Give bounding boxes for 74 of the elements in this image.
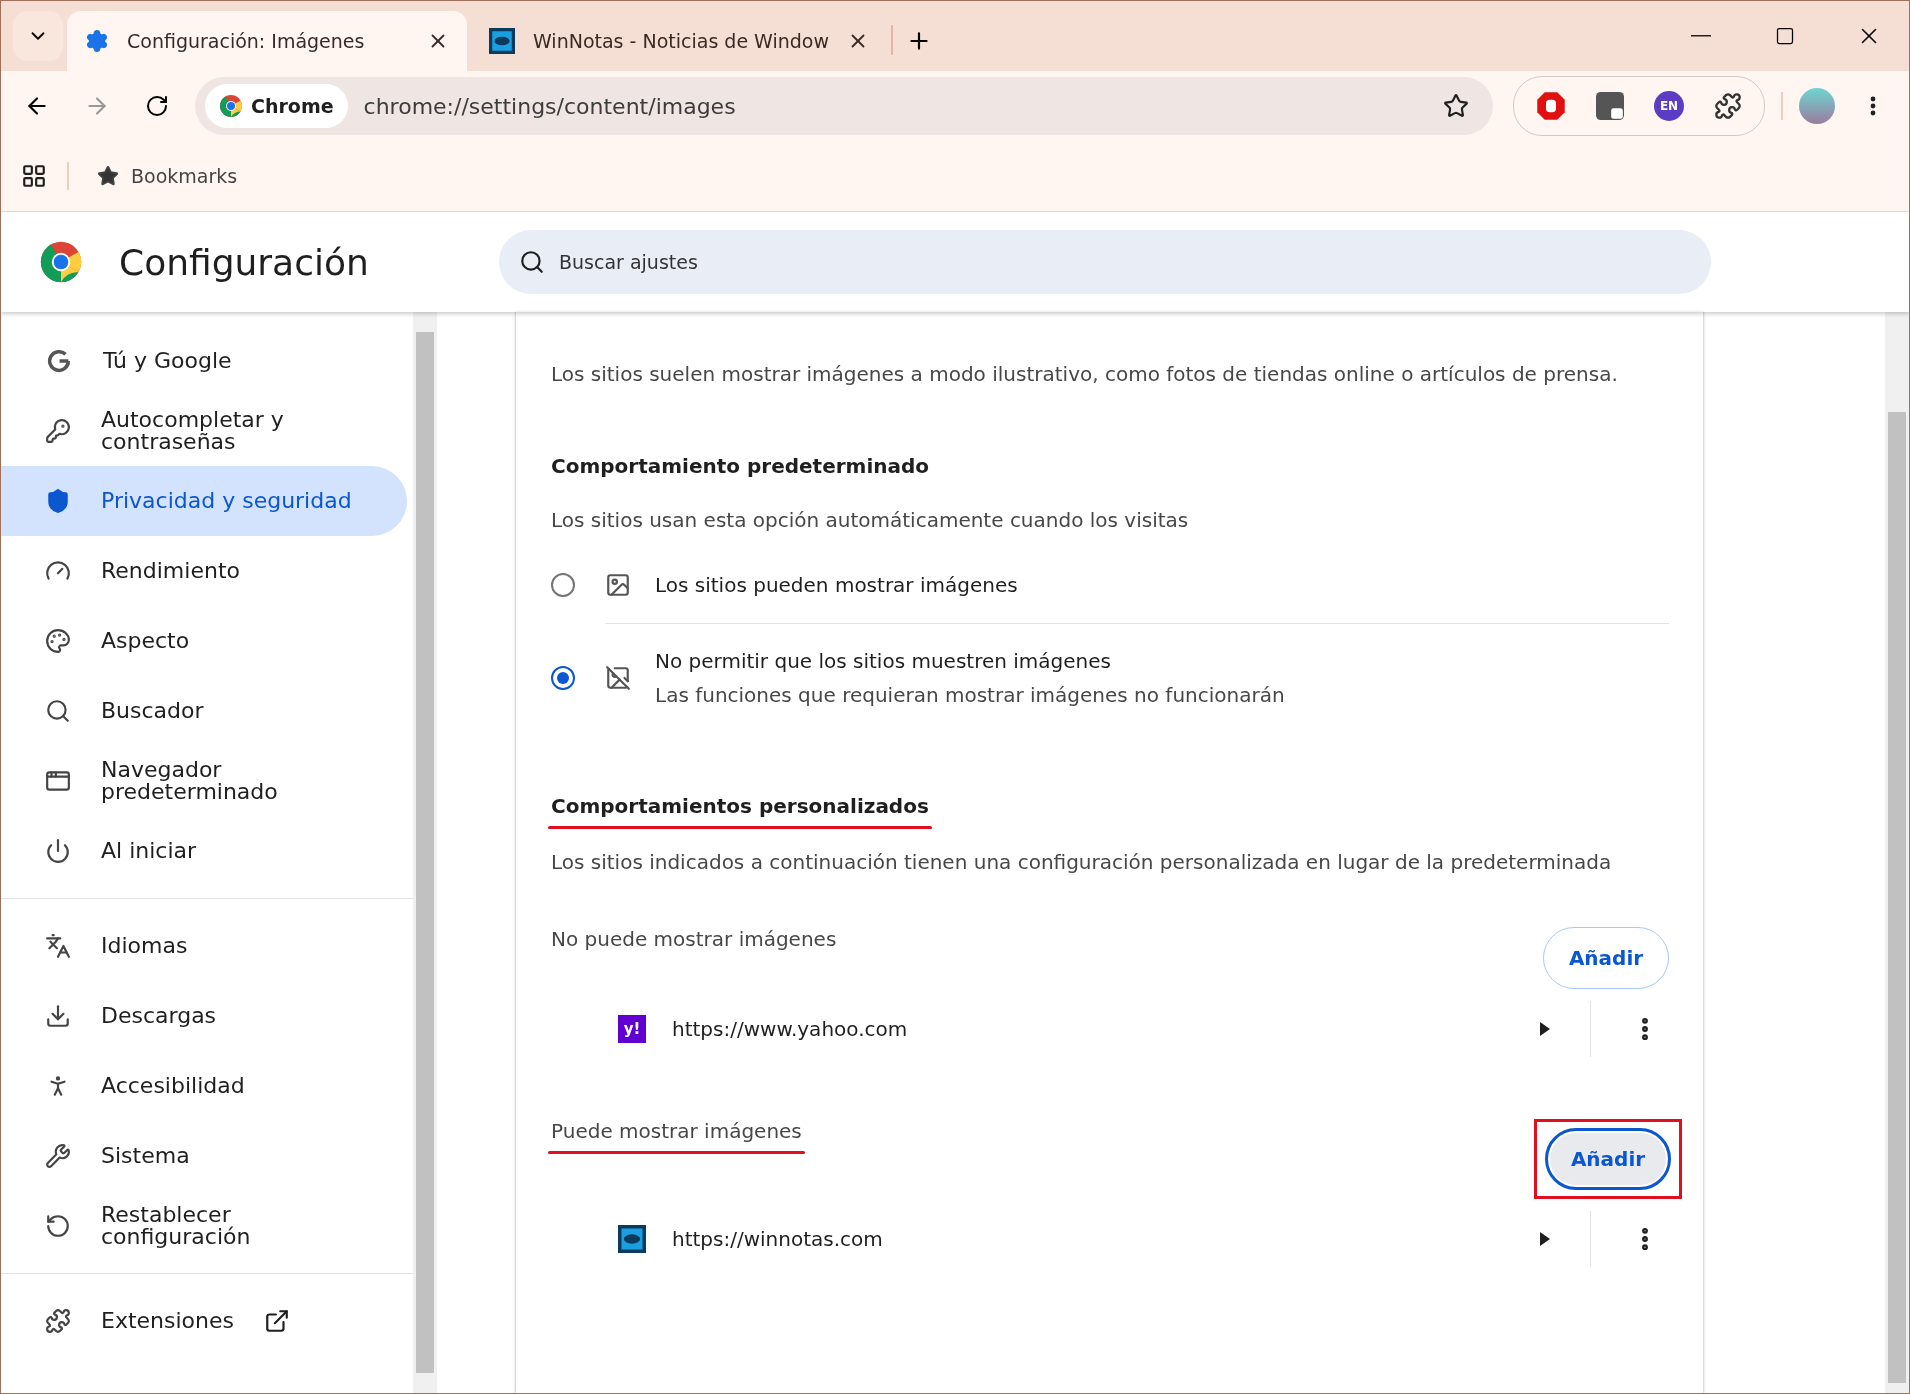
search-icon [519,249,545,275]
sidebar-item[interactable]: Al iniciar [1,816,407,886]
option-label: Los sitios pueden mostrar imágenes [655,573,1018,597]
bookmark-star-icon[interactable] [1443,93,1469,119]
sidebar-scrollbar[interactable] [413,312,437,1393]
apps-grid-icon[interactable] [21,163,47,189]
google-g-icon [45,347,73,375]
sidebar-item[interactable]: Tú y Google [1,326,407,396]
extensions-puzzle-icon[interactable] [1714,92,1742,120]
download-icon [45,1003,71,1029]
option-label: No permitir que los sitios muestren imágenes [655,649,1112,673]
sidebar-item[interactable]: Sistema [1,1121,407,1191]
chrome-logo-icon [39,240,83,284]
external-link-icon [264,1308,290,1334]
sidebar-item[interactable]: Extensiones [1,1286,407,1356]
add-button[interactable]: Añadir [1545,1128,1671,1190]
chrome-logo-icon [219,94,243,118]
power-icon [45,838,71,864]
option-description: Las funciones que requieran mostrar imágenes no funcionarán [655,683,1285,707]
radio-button[interactable] [551,665,575,690]
wrench-icon [45,1143,71,1169]
key-icon [45,418,71,444]
section-heading: Comportamientos personalizados [551,794,929,818]
sidebar-item[interactable]: Idiomas [1,911,407,981]
sidebar-item[interactable]: Buscador [1,676,407,746]
star-icon [97,165,119,187]
section-description: Los sitios indicados a continuación tienen una configuración personalizada en lugar de la predeterminada [551,849,1613,875]
image-off-icon [605,665,631,691]
address-bar[interactable]: Chrome chrome://settings/content/images [195,77,1493,135]
profile-avatar[interactable] [1799,88,1835,124]
browser-tab[interactable]: WinNotas - Noticias de Window [471,11,888,71]
sidebar-item[interactable]: Autocompletar y contraseñas [1,396,407,466]
list-title: Puede mostrar imágenes [551,1119,802,1143]
bookmarks-item[interactable]: Bookmarks [89,159,246,193]
sidebar-item[interactable]: Rendimiento [1,536,407,606]
sidebar-item[interactable]: Restablecer configuración [1,1191,407,1261]
page-title: Configuración [119,241,370,283]
more-vertical-icon [1870,96,1876,116]
language-extension-icon[interactable]: EN [1654,91,1684,121]
search-icon [45,698,71,724]
shield-icon [45,488,71,514]
section-heading: Comportamiento predeterminado [551,454,931,478]
radio-button[interactable] [551,573,575,597]
sidebar-item[interactable]: Aspecto [1,606,407,676]
puzzle-icon [45,1308,71,1334]
site-favicon-icon [489,28,515,54]
sidebar-item[interactable]: Navegador predeterminado [1,746,407,816]
expand-arrow-icon[interactable] [1540,1022,1550,1036]
sidebar-item[interactable]: Descargas [1,981,407,1051]
section-subtitle: Los sitios usan esta opción automáticamente cuando los visitas [551,507,1190,533]
palette-icon [45,628,71,654]
site-chip[interactable]: Chrome [205,84,348,128]
page-scrollbar[interactable] [1885,312,1909,1393]
site-row[interactable]: https://winnotas.com [551,1199,1669,1279]
list-title: No puede mostrar imágenes [551,927,837,951]
expand-arrow-icon[interactable] [1540,1232,1550,1246]
minimize-icon [1691,35,1711,37]
language-icon [45,933,71,959]
reset-icon [45,1213,71,1239]
site-row[interactable]: y! https://www.yahoo.com [551,989,1669,1069]
sidebar-item[interactable]: Accesibilidad [1,1051,407,1121]
add-button[interactable]: Añadir [1543,927,1669,989]
search-field[interactable]: Buscar ajustes [499,230,1711,294]
settings-gear-icon [85,29,109,53]
url-text: chrome://settings/content/images [363,93,737,119]
reload-icon [145,94,169,118]
maximize-icon [1775,26,1795,46]
site-favicon-icon [618,1225,646,1253]
browser-window-icon [45,768,71,794]
intro-text: Los sitios suelen mostrar imágenes a modo ilustrativo, como fotos de tiendas online o artículos de prensa. [551,361,1619,387]
browser-tab[interactable]: Configuración: Imágenes [67,11,467,71]
image-icon [605,572,631,598]
sidebar-item[interactable]: Privacidad y seguridad [1,466,407,536]
site-favicon-icon: y! [618,1015,646,1043]
